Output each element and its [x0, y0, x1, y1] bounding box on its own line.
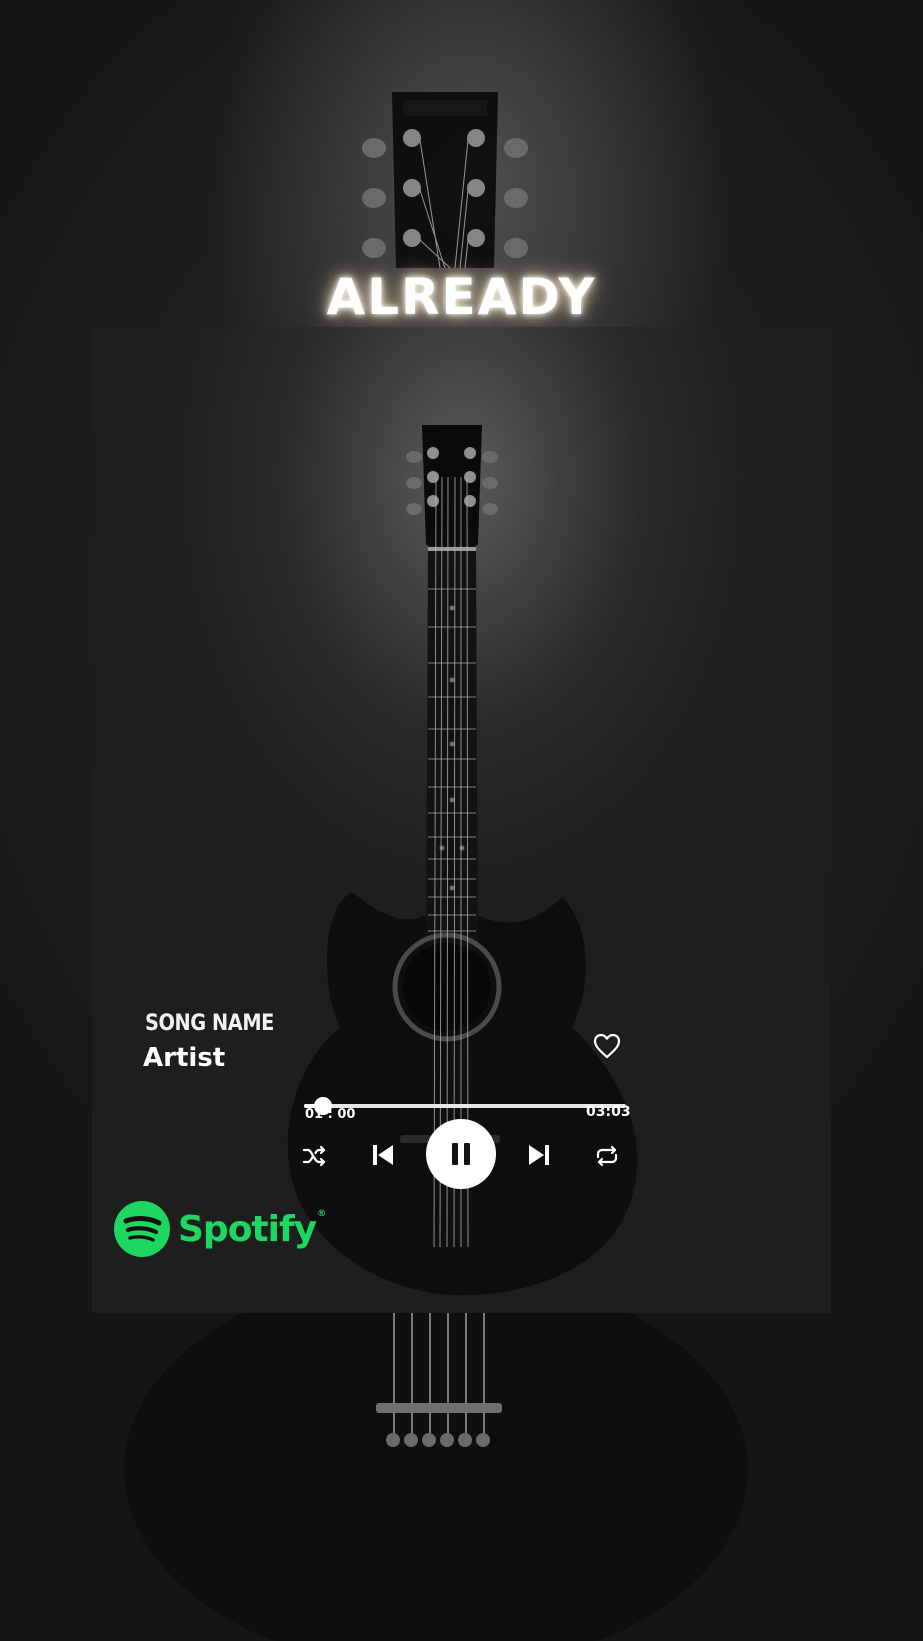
elapsed-time: 01 : 00 [305, 1107, 356, 1122]
music-player-card: SONG NAME Artist 01 : 00 03:03 Spotify® [92, 327, 831, 1313]
brand-name: Spotify® [178, 1208, 326, 1250]
repeat-icon[interactable] [592, 1141, 622, 1171]
spotify-brand: Spotify® [114, 1201, 326, 1257]
skip-next-icon[interactable] [524, 1140, 554, 1170]
poster: ALREADY SONG NAME Artist 01: 00 03:03 S… [0, 0, 923, 1641]
heart-icon[interactable] [593, 1033, 621, 1059]
headline-text: ALREADY [326, 268, 597, 326]
song-title: SONG NAME [145, 1011, 274, 1036]
artist-name: Artist [143, 1043, 226, 1073]
skip-previous-icon[interactable] [368, 1140, 398, 1170]
total-duration: 03:03 [586, 1104, 631, 1120]
shuffle-icon[interactable] [300, 1141, 330, 1171]
pause-icon [452, 1143, 470, 1165]
spotify-logo-icon [114, 1201, 170, 1257]
pause-button[interactable] [426, 1119, 496, 1189]
